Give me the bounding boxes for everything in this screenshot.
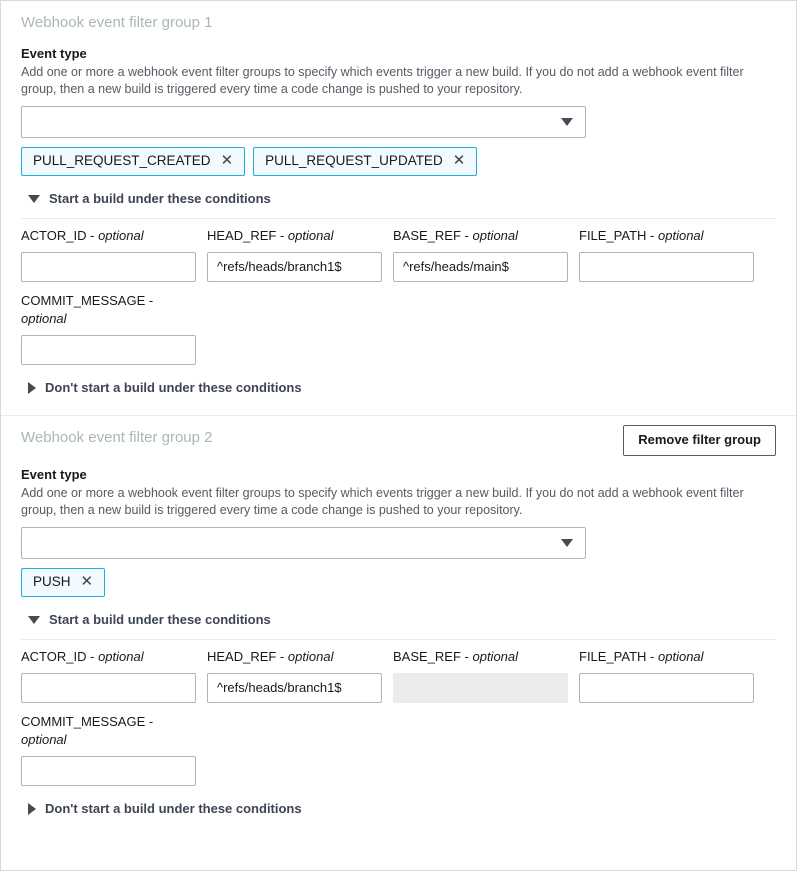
group-1-header: Webhook event filter group 1 (21, 13, 776, 35)
group-1-head-ref-input[interactable]: ^refs/heads/branch1$ (207, 252, 382, 282)
group-2-base-ref-label: BASE_REF - optional (393, 648, 568, 666)
group-2-field-head-ref: HEAD_REF - optional ^refs/heads/branch1$ (207, 648, 382, 703)
event-tag[interactable]: PULL_REQUEST_CREATED ✕ (21, 147, 245, 176)
event-tag[interactable]: PUSH ✕ (21, 568, 105, 597)
group-1-actor-id-label: ACTOR_ID - optional (21, 227, 196, 245)
group-2-head-ref-label: HEAD_REF - optional (207, 648, 382, 666)
group-1-head-ref-label: HEAD_REF - optional (207, 227, 382, 245)
group-2-event-type-label: Event type (21, 466, 776, 484)
event-tag-label: PULL_REQUEST_CREATED (33, 152, 211, 170)
group-2-start-build-disclosure[interactable]: Start a build under these conditions (21, 611, 776, 629)
group-1-start-build-label: Start a build under these conditions (49, 190, 271, 208)
webhook-filter-group-2: Webhook event filter group 2 Remove filt… (1, 416, 796, 828)
group-1-event-type-label: Event type (21, 45, 776, 63)
group-2-header: Webhook event filter group 2 Remove filt… (21, 428, 776, 456)
group-1-file-path-label: FILE_PATH - optional (579, 227, 754, 245)
group-1-field-head-ref: HEAD_REF - optional ^refs/heads/branch1$ (207, 227, 382, 282)
group-2-commit-message-input[interactable] (21, 756, 196, 786)
webhook-filter-group-1: Webhook event filter group 1 Event type … (1, 1, 796, 415)
close-icon[interactable]: ✕ (453, 154, 466, 168)
group-1-field-actor-id: ACTOR_ID - optional (21, 227, 196, 282)
group-2-commit-message-label: COMMIT_MESSAGE -optional (21, 713, 196, 749)
group-2-field-actor-id: ACTOR_ID - optional (21, 648, 196, 703)
group-2-field-base-ref: BASE_REF - optional (393, 648, 568, 703)
group-1-base-ref-label: BASE_REF - optional (393, 227, 568, 245)
chevron-down-icon (561, 539, 573, 547)
group-1-actor-id-input[interactable] (21, 252, 196, 282)
group-2-start-build-label: Start a build under these conditions (49, 611, 271, 629)
group-1-base-ref-input[interactable]: ^refs/heads/main$ (393, 252, 568, 282)
remove-filter-group-button[interactable]: Remove filter group (623, 425, 776, 456)
webhook-filter-groups-panel: Webhook event filter group 1 Event type … (0, 0, 797, 871)
group-1-field-commit-message: COMMIT_MESSAGE -optional (21, 292, 196, 365)
group-2-dont-start-build-disclosure[interactable]: Don't start a build under these conditio… (21, 800, 776, 818)
group-1-event-type-select[interactable] (21, 106, 586, 138)
group-1-start-build-rule (21, 218, 776, 219)
event-tag-label: PULL_REQUEST_UPDATED (265, 152, 443, 170)
group-2-actor-id-input[interactable] (21, 673, 196, 703)
event-tag[interactable]: PULL_REQUEST_UPDATED ✕ (253, 147, 477, 176)
group-2-event-tags: PUSH ✕ (21, 568, 776, 597)
triangle-down-icon (28, 195, 40, 203)
group-2-actor-id-label: ACTOR_ID - optional (21, 648, 196, 666)
event-tag-label: PUSH (33, 573, 71, 591)
group-2-title: Webhook event filter group 2 (21, 428, 213, 448)
group-1-event-tags: PULL_REQUEST_CREATED ✕ PULL_REQUEST_UPDA… (21, 147, 776, 176)
group-1-dont-start-build-disclosure[interactable]: Don't start a build under these conditio… (21, 379, 776, 397)
group-2-field-file-path: FILE_PATH - optional (579, 648, 754, 703)
close-icon[interactable]: ✕ (221, 154, 234, 168)
group-2-base-ref-input (393, 673, 568, 703)
group-1-title: Webhook event filter group 1 (21, 13, 213, 33)
triangle-right-icon (28, 803, 36, 815)
group-1-commit-message-input[interactable] (21, 335, 196, 365)
group-2-event-type-select[interactable] (21, 527, 586, 559)
group-2-file-path-input[interactable] (579, 673, 754, 703)
group-1-start-build-disclosure[interactable]: Start a build under these conditions (21, 190, 776, 208)
group-1-condition-fields: ACTOR_ID - optional HEAD_REF - optional … (21, 227, 776, 282)
group-1-commit-message-label: COMMIT_MESSAGE -optional (21, 292, 196, 328)
group-1-field-file-path: FILE_PATH - optional (579, 227, 754, 282)
group-1-field-base-ref: BASE_REF - optional ^refs/heads/main$ (393, 227, 568, 282)
group-2-file-path-label: FILE_PATH - optional (579, 648, 754, 666)
close-icon[interactable]: ✕ (81, 575, 94, 589)
group-2-dont-start-build-label: Don't start a build under these conditio… (45, 800, 302, 818)
group-2-start-build-rule (21, 639, 776, 640)
group-2-head-ref-input[interactable]: ^refs/heads/branch1$ (207, 673, 382, 703)
triangle-down-icon (28, 616, 40, 624)
group-1-dont-start-build-label: Don't start a build under these conditio… (45, 379, 302, 397)
group-2-event-type-description: Add one or more a webhook event filter g… (21, 485, 776, 519)
group-2-field-commit-message: COMMIT_MESSAGE -optional (21, 713, 196, 786)
chevron-down-icon (561, 118, 573, 126)
group-2-condition-fields: ACTOR_ID - optional HEAD_REF - optional … (21, 648, 776, 703)
group-1-event-type-description: Add one or more a webhook event filter g… (21, 64, 776, 98)
group-1-file-path-input[interactable] (579, 252, 754, 282)
triangle-right-icon (28, 382, 36, 394)
